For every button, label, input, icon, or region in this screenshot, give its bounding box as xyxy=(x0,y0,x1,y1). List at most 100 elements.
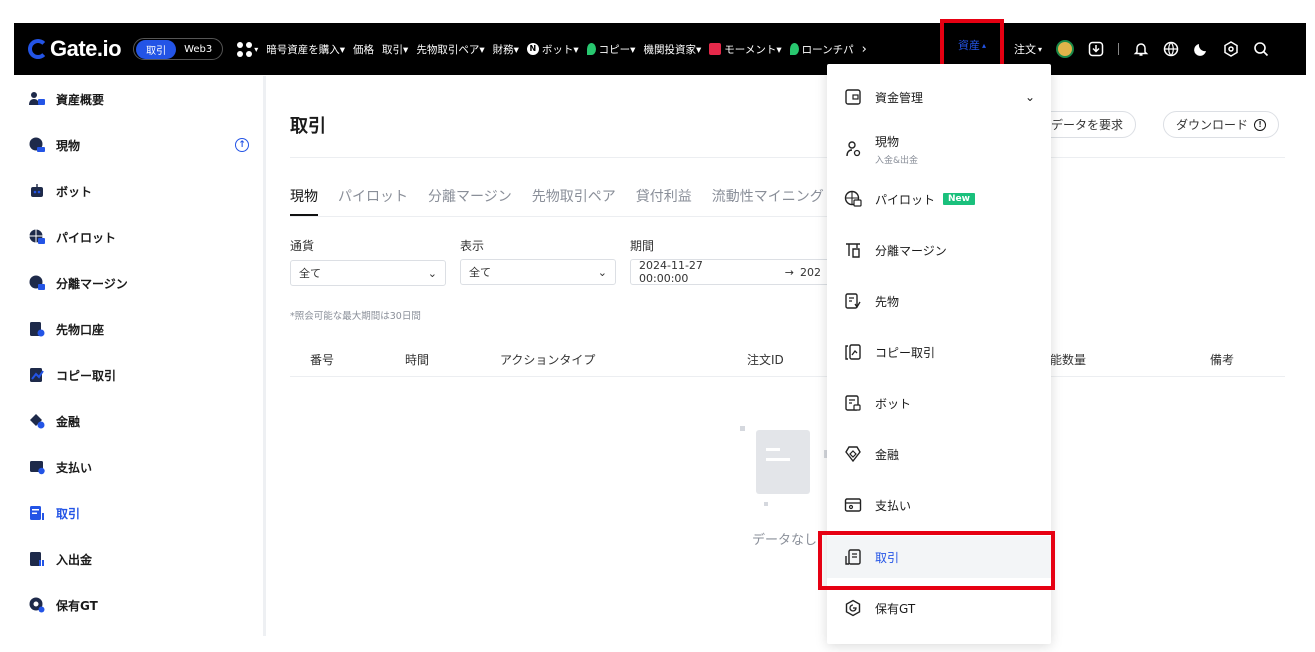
dropdown-item-text: 現物 入金&出金 xyxy=(875,133,918,166)
tab-futures[interactable]: 先物取引ペア xyxy=(532,186,616,216)
settings-icon[interactable] xyxy=(1223,41,1239,57)
nav-moments[interactable]: モーメント▾ xyxy=(709,42,782,57)
sidebar-item-trade[interactable]: 取引 xyxy=(14,490,263,536)
caret-up-icon: ▴ xyxy=(981,40,986,50)
column-header-time: 時間 xyxy=(405,353,430,367)
nav-buy-crypto[interactable]: 暗号資産を購入▾ xyxy=(266,42,345,57)
sidebar-item-label: 取引 xyxy=(56,506,81,521)
dropdown-item-finance[interactable]: 金融 xyxy=(827,439,1051,469)
finance-icon xyxy=(843,444,863,464)
nav-institutional[interactable]: 機関投資家▾ xyxy=(643,42,701,57)
header-divider xyxy=(290,157,1285,158)
deposit-icon xyxy=(28,550,46,568)
mode-toggle[interactable]: 取引 Web3 xyxy=(133,38,224,60)
sidebar-item-label: 現物 xyxy=(56,138,81,153)
sidebar-item-pilot[interactable]: パイロット xyxy=(14,214,263,260)
download-app-icon[interactable] xyxy=(1088,41,1104,57)
currency-select-value: 全て xyxy=(299,267,321,280)
currency-select[interactable]: 全て ⌄ xyxy=(290,260,446,286)
tab-isolated-margin[interactable]: 分離マージン xyxy=(428,186,512,216)
chevron-down-icon: ⌄ xyxy=(1024,90,1035,104)
wallet-icon xyxy=(843,87,863,107)
orders-menu[interactable]: 注文 ▾ xyxy=(1014,41,1042,57)
sidebar-item-payment[interactable]: 支払い xyxy=(14,444,263,490)
dropdown-item-isolated-margin[interactable]: 分離マージン xyxy=(827,235,1051,265)
sidebar-item-label: 分離マージン xyxy=(56,276,128,291)
sidebar-item-spot[interactable]: 現物 ↑ xyxy=(14,122,263,168)
request-data-label: でデータを要求 xyxy=(1039,118,1124,132)
sidebar-item-futures-account[interactable]: 先物口座 xyxy=(14,306,263,352)
nav-copy[interactable]: コピー▾ xyxy=(586,42,635,57)
nav-trade[interactable]: 取引▾ xyxy=(382,42,408,57)
avatar[interactable] xyxy=(1056,40,1075,58)
pilot-globe-icon xyxy=(843,189,863,209)
dropdown-item-sublabel: 入金&出金 xyxy=(875,155,919,166)
sidebar-item-gt-holdings[interactable]: 保有GT xyxy=(14,582,263,628)
dropdown-item-label: パイロット xyxy=(875,192,936,207)
nav-bot[interactable]: N ボット▾ xyxy=(526,42,579,57)
period-range-input[interactable]: 2024-11-27 00:00:00 → 202 xyxy=(630,259,830,285)
sidebar-item-isolated-margin[interactable]: 分離マージン xyxy=(14,260,263,306)
dropdown-item-spot[interactable]: 現物 入金&出金 xyxy=(827,128,1051,170)
period-end[interactable]: 202 xyxy=(800,266,821,279)
orders-label: 注文 xyxy=(1014,43,1036,56)
nav-launchpad[interactable]: ローンチパ xyxy=(789,42,854,57)
sidebar-item-finance[interactable]: 金融 xyxy=(14,398,263,444)
globe-icon[interactable] xyxy=(1163,41,1179,57)
new-badge: New xyxy=(943,193,975,205)
tab-pilot[interactable]: パイロット xyxy=(338,186,408,216)
leaf-icon xyxy=(789,43,799,55)
currency-filter-label: 通貨 xyxy=(290,239,315,253)
period-note: *照会可能な最大期間は30日間 xyxy=(290,311,421,322)
dropdown-item-fund-management[interactable]: 資金管理 ⌄ xyxy=(827,82,1051,112)
column-header-order-id: 注文ID xyxy=(747,353,784,367)
chevron-down-icon: ⌄ xyxy=(597,265,607,279)
dropdown-item-label: 先物 xyxy=(875,294,900,309)
payment-icon xyxy=(28,458,46,476)
bell-icon[interactable] xyxy=(1133,41,1149,57)
nav-label: 価格 xyxy=(353,43,375,56)
margin-icon xyxy=(843,240,863,260)
sidebar-item-bot[interactable]: ボット xyxy=(14,168,263,214)
moon-icon[interactable] xyxy=(1193,41,1209,57)
dropdown-item-label: 保有GT xyxy=(875,601,916,616)
period-start[interactable]: 2024-11-27 00:00:00 xyxy=(639,259,745,285)
tab-spot[interactable]: 現物 xyxy=(290,186,318,216)
display-filter-label: 表示 xyxy=(460,239,485,253)
nav-futures[interactable]: 先物取引ペア▾ xyxy=(416,42,484,57)
search-icon[interactable] xyxy=(1253,41,1269,57)
tab-bar: 現物 パイロット 分離マージン 先物取引ペア 貸付利益 流動性マイニング xyxy=(290,186,844,216)
sidebar-item-label: 先物口座 xyxy=(56,322,105,337)
dropdown-item-bot[interactable]: ボット xyxy=(827,388,1051,418)
dropdown-item-copy-trading[interactable]: コピー取引 xyxy=(827,337,1051,367)
tabs-divider xyxy=(290,216,830,217)
toggle-web3[interactable]: Web3 xyxy=(176,42,220,57)
download-button[interactable]: ダウンロード ! xyxy=(1163,111,1280,138)
trade-highlight-box xyxy=(818,531,1055,590)
nav-more-chevron-icon[interactable]: › xyxy=(862,42,867,57)
caret-down-icon: ▾ xyxy=(1038,44,1043,54)
nav-prices[interactable]: 価格 xyxy=(353,42,374,57)
page-title: 取引 xyxy=(290,116,326,137)
sidebar-item-copy-trading[interactable]: コピー取引 xyxy=(14,352,263,398)
sidebar-item-deposit-withdraw[interactable]: 入出金 xyxy=(14,536,263,582)
display-select[interactable]: 全て ⌄ xyxy=(460,259,616,285)
dropdown-item-futures[interactable]: 先物 xyxy=(827,286,1051,316)
logo-text: Gate.io xyxy=(50,36,122,61)
gate-logo[interactable]: Gate.io xyxy=(28,36,122,62)
nav-label: 先物取引ペア▾ xyxy=(416,43,485,56)
sidebar-item-assets-overview[interactable]: 資産概要 xyxy=(14,76,263,122)
apps-grid-icon[interactable] xyxy=(237,41,253,57)
payment-icon xyxy=(843,495,863,515)
table-header-divider xyxy=(290,376,1285,377)
tab-liquidity-mining[interactable]: 流動性マイニング xyxy=(712,186,824,216)
download-label: ダウンロード xyxy=(1176,118,1249,132)
dropdown-item-gt-holdings[interactable]: 保有GT xyxy=(827,593,1051,623)
tab-lending[interactable]: 貸付利益 xyxy=(636,186,692,216)
arrow-up-circle-icon[interactable]: ↑ xyxy=(235,138,249,152)
dropdown-item-pilot[interactable]: パイロット New xyxy=(827,184,1051,214)
nav-finance[interactable]: 財務▾ xyxy=(493,42,519,57)
dropdown-item-label: 分離マージン xyxy=(875,243,947,258)
toggle-trade[interactable]: 取引 xyxy=(136,39,177,59)
dropdown-item-payment[interactable]: 支払い xyxy=(827,490,1051,520)
